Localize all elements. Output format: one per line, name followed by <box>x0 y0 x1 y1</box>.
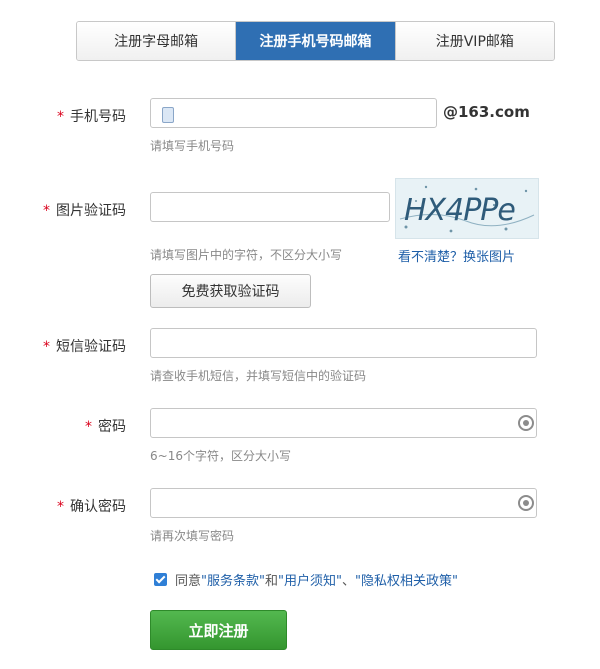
captcha-text: HX4PPe <box>404 193 515 228</box>
agreement-checkbox[interactable] <box>154 573 167 586</box>
captcha-image[interactable]: HX4PPe <box>395 178 539 239</box>
required-mark: * <box>85 419 92 435</box>
tab-vip-email[interactable]: 注册VIP邮箱 <box>395 22 554 60</box>
password-hint: 6~16个字符，区分大小写 <box>150 449 291 463</box>
agreement-separator: 、 <box>341 574 355 589</box>
tab-letter-email[interactable]: 注册字母邮箱 <box>77 22 237 60</box>
captcha-graphic: HX4PPe <box>399 185 535 233</box>
required-mark: * <box>43 339 50 355</box>
agreement-and: 和 <box>264 574 278 589</box>
phone-label: * 手机号码 <box>57 109 126 125</box>
password-input[interactable] <box>150 408 537 438</box>
terms-link[interactable]: "服务条款" <box>201 570 265 589</box>
user-notice-link[interactable]: "用户须知" <box>278 570 342 589</box>
sms-code-input[interactable] <box>150 328 537 358</box>
registration-tabs: 注册字母邮箱 注册手机号码邮箱 注册VIP邮箱 <box>76 21 555 61</box>
email-domain-suffix: @163.com <box>443 103 530 121</box>
password-label: * 密码 <box>85 419 126 435</box>
agreement-row: 同意 "服务条款" 和 "用户须知" 、 "隐私权相关政策" <box>154 570 458 589</box>
phone-input[interactable] <box>150 98 437 128</box>
agreement-prefix: 同意 <box>175 574 202 589</box>
get-sms-code-button[interactable]: 免费获取验证码 <box>150 274 311 308</box>
required-mark: * <box>43 203 50 219</box>
confirm-password-input[interactable] <box>150 488 537 518</box>
phone-hint: 请填写手机号码 <box>150 139 235 153</box>
sms-code-hint: 请查收手机短信，并填写短信中的验证码 <box>150 369 367 383</box>
sms-code-label: * 短信验证码 <box>43 339 126 355</box>
refresh-captcha-link[interactable]: 看不清楚？换张图片 <box>398 246 515 265</box>
phone-icon <box>162 107 174 123</box>
confirm-password-hint: 请再次填写密码 <box>150 529 235 543</box>
required-mark: * <box>57 499 64 515</box>
confirm-password-label: * 确认密码 <box>57 499 126 515</box>
captcha-hint: 请填写图片中的字符，不区分大小写 <box>150 248 343 262</box>
required-mark: * <box>57 109 64 125</box>
password-visibility-icon[interactable] <box>518 415 534 431</box>
confirm-password-visibility-icon[interactable] <box>518 495 534 511</box>
captcha-label: * 图片验证码 <box>43 203 126 219</box>
captcha-input[interactable] <box>150 192 390 222</box>
privacy-policy-link[interactable]: "隐私权相关政策" <box>355 570 458 589</box>
tab-mobile-email[interactable]: 注册手机号码邮箱 <box>236 22 396 60</box>
register-submit-button[interactable]: 立即注册 <box>150 610 287 650</box>
